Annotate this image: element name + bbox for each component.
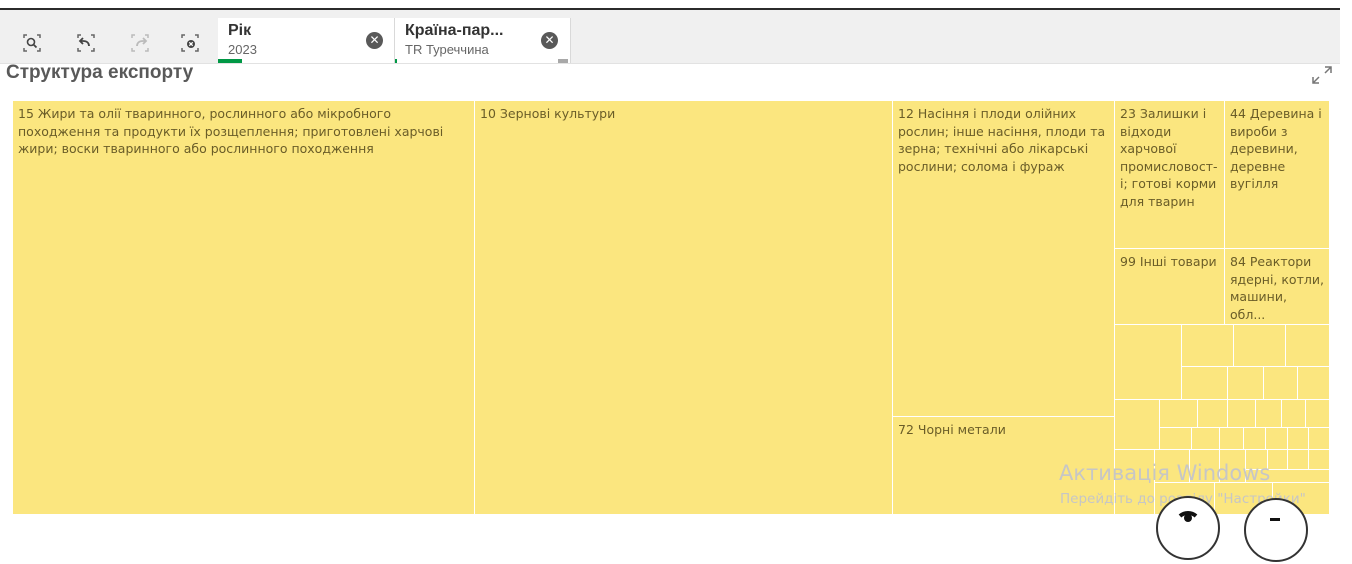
treemap-cell-small[interactable] (1244, 428, 1266, 450)
treemap-cell-small[interactable] (1288, 428, 1309, 450)
clear-selections-icon (181, 34, 199, 52)
treemap-cell-12[interactable]: 12 Насіння і плоди олійних рослин; інше … (893, 101, 1115, 417)
treemap-cell-small[interactable] (1306, 400, 1330, 428)
treemap-cell-15[interactable]: 15 Жири та олії тваринного, рослинного а… (13, 101, 475, 515)
selections-bar: Рік 2023 ✕ Країна-пар... TR Туреччина ✕ (0, 10, 1340, 64)
selection-chip-country[interactable]: Країна-пар... TR Туреччина ✕ (395, 18, 571, 63)
treemap-cell-label: 72 Чорні метали (898, 422, 1006, 437)
treemap-cell-23[interactable]: 23 Залишки і відходи харчової промислово… (1115, 101, 1225, 249)
clear-chip-icon[interactable]: ✕ (541, 32, 558, 49)
treemap-cell-small[interactable] (1234, 325, 1286, 367)
treemap-cell-small[interactable] (1288, 450, 1309, 470)
treemap-cell-99[interactable]: 99 Інші товари (1115, 249, 1225, 325)
floating-voice-button[interactable] (1156, 496, 1220, 560)
selection-chip-year[interactable]: Рік 2023 ✕ (218, 18, 395, 63)
treemap-cell-small[interactable] (1266, 428, 1288, 450)
step-back-icon (77, 34, 95, 52)
treemap-cell-small[interactable] (1264, 367, 1298, 400)
step-back-button[interactable] (72, 30, 100, 56)
treemap-cell-label: 23 Залишки і відходи харчової промислово… (1120, 106, 1218, 209)
clear-selections-button[interactable] (176, 30, 204, 56)
treemap-cell-10[interactable]: 10 Зернові культури (475, 101, 893, 515)
treemap-cell-label: 15 Жири та олії тваринного, рослинного а… (18, 106, 444, 156)
treemap-cell-small[interactable] (1115, 325, 1182, 400)
selection-state-bar (558, 59, 568, 63)
voice-icon (1178, 511, 1198, 522)
treemap-cell-small[interactable] (1286, 325, 1330, 367)
treemap-cell-small[interactable] (1309, 450, 1330, 470)
selection-chip-title: Рік (228, 22, 252, 39)
treemap-cell-small[interactable] (1182, 325, 1234, 367)
clear-chip-icon[interactable]: ✕ (366, 32, 383, 49)
treemap-cell-small[interactable] (1309, 428, 1330, 450)
action-icon (1270, 518, 1280, 521)
treemap-cell-small[interactable] (1228, 400, 1256, 428)
treemap-cell-small[interactable] (1220, 428, 1244, 450)
expand-icon[interactable] (1310, 64, 1336, 86)
treemap-cell-small[interactable] (1256, 400, 1282, 428)
selection-state-bar (218, 59, 242, 63)
treemap-cell-label: 84 Реактори ядерні, котли, машини, обл..… (1230, 254, 1324, 322)
selection-chip-title: Країна-пар... (405, 22, 504, 39)
treemap-cell-small[interactable] (1115, 400, 1160, 450)
treemap-cell-small[interactable] (1228, 367, 1264, 400)
treemap-cell-small[interactable] (1182, 367, 1228, 400)
step-forward-icon (131, 34, 149, 52)
chart-title: Структура експорту (6, 62, 194, 83)
treemap-cell-84[interactable]: 84 Реактори ядерні, котли, машини, обл..… (1225, 249, 1330, 325)
treemap-cell-label: 12 Насіння і плоди олійних рослин; інше … (898, 106, 1106, 174)
treemap-cell-label: 99 Інші товари (1120, 254, 1217, 269)
treemap-cell-small[interactable] (1160, 400, 1198, 428)
selection-chip-value: 2023 (228, 42, 257, 57)
treemap-cell-label: 44 Деревина і вироби з деревини, деревне… (1230, 106, 1322, 191)
treemap-cell-small[interactable] (1192, 428, 1220, 450)
selection-state-bar (395, 59, 397, 63)
selection-chip-value: TR Туреччина (405, 42, 489, 57)
treemap-cell-44[interactable]: 44 Деревина і вироби з деревини, деревне… (1225, 101, 1330, 249)
floating-action-button[interactable] (1244, 498, 1308, 562)
selection-search-icon (23, 34, 41, 52)
treemap-cell-small[interactable] (1282, 400, 1306, 428)
treemap-cell-small[interactable] (1160, 428, 1192, 450)
treemap-cell-small[interactable] (1298, 367, 1330, 400)
windows-activation-title: Активація Windows (1059, 461, 1271, 485)
treemap-cell-small[interactable] (1268, 450, 1288, 470)
treemap-cell-small[interactable] (1198, 400, 1228, 428)
step-forward-button[interactable] (126, 30, 154, 56)
treemap-cell-label: 10 Зернові культури (480, 106, 616, 121)
selection-search-button[interactable] (18, 30, 46, 56)
